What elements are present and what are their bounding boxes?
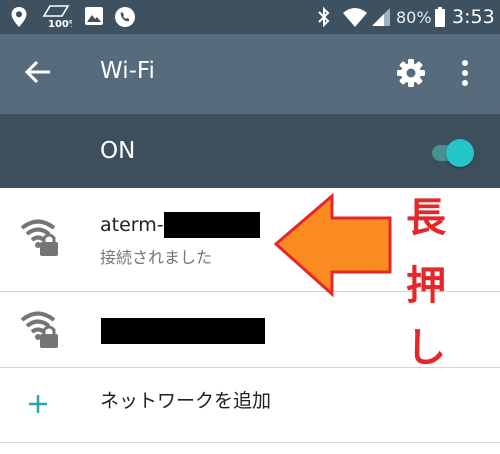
app-bar: Wi-Fi	[0, 34, 500, 114]
status-bar: 100% 80% 3:53	[0, 0, 500, 34]
more-vert-icon[interactable]	[460, 59, 470, 87]
toggle-switch[interactable]	[446, 139, 474, 167]
annotation-char: し	[406, 325, 446, 371]
annotation-char: 押	[406, 263, 446, 309]
sim-data-icon: 100%	[42, 4, 79, 30]
signal-icon	[372, 8, 390, 26]
list-divider	[0, 442, 500, 443]
phone-icon	[115, 7, 135, 27]
image-icon	[85, 7, 103, 25]
bluetooth-icon	[318, 6, 330, 28]
arrow-back-icon[interactable]	[24, 58, 52, 86]
clock: 3:53	[452, 6, 495, 28]
redacted-ssid	[164, 212, 260, 238]
wifi-lock-icon	[20, 219, 58, 256]
wifi-lock-icon	[20, 311, 58, 348]
network-status: 接続されました	[100, 248, 213, 267]
annotation-char: 長	[406, 195, 446, 241]
wifi-status-icon	[343, 8, 367, 27]
add-network-item[interactable]: ネットワークを追加	[0, 368, 500, 442]
wifi-toggle-label: ON	[100, 138, 136, 164]
plus-icon	[29, 395, 47, 413]
signal-badge-text: 100%	[48, 19, 72, 30]
battery-percent: 80%	[396, 8, 432, 27]
add-network-label: ネットワークを追加	[100, 390, 272, 412]
network-name: aterm-	[100, 214, 164, 236]
redacted-ssid	[101, 318, 265, 344]
page-title: Wi-Fi	[100, 58, 155, 84]
annotation-arrow	[273, 192, 392, 298]
gear-icon[interactable]	[396, 58, 426, 88]
location-icon	[11, 7, 27, 27]
battery-icon	[435, 7, 445, 27]
wifi-toggle-bar[interactable]: ON	[0, 114, 500, 188]
